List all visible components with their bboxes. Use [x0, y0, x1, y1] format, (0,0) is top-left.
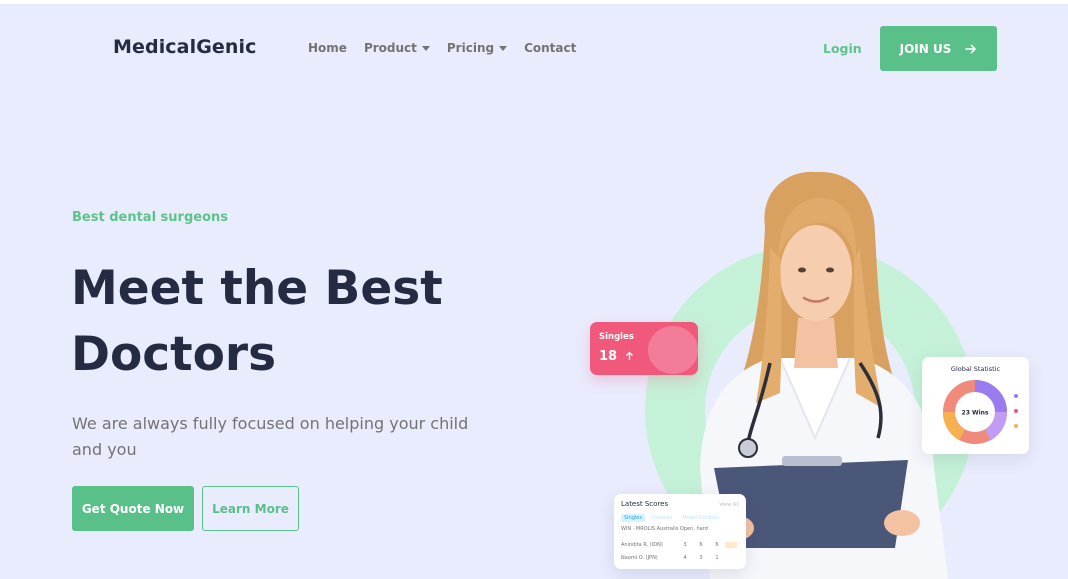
tab-singles[interactable]: Singles — [621, 514, 645, 522]
score-highlight — [725, 542, 737, 548]
scores-note: WIN · MROLIS Australis Open, hard — [621, 526, 739, 532]
player-name: Naomi O. (JPN) — [621, 555, 658, 561]
arrow-up-icon — [625, 351, 633, 360]
singles-label: Singles — [599, 332, 634, 342]
caret-down-icon — [499, 45, 508, 51]
player-name: Anindita R. (IDN) — [621, 542, 663, 548]
headline-line-2: Doctors — [71, 327, 277, 382]
join-us-label: JOIN US — [899, 41, 952, 56]
scores-tabs: Singles Doubles Mixed Doubles — [621, 514, 722, 522]
nav-item-product[interactable]: Product — [364, 41, 430, 55]
headline-line-1: Meet the Best — [71, 261, 443, 316]
table-row: Anindita R. (IDN) 3 6 6 — [621, 542, 739, 548]
nav-item-contact[interactable]: Contact — [524, 41, 576, 55]
score: 1 — [715, 555, 719, 561]
nav-item-label: Product — [363, 41, 417, 55]
score: 3 — [699, 555, 703, 561]
hero-subtext: We are always fully focused on helping y… — [72, 414, 469, 459]
global-statistic-card: Global Statistic 23 Wins — [922, 357, 1029, 454]
login-link[interactable]: Login — [823, 41, 862, 56]
nav-item-label: Home — [308, 41, 347, 55]
nav-item-label: Contact — [524, 41, 577, 55]
caret-down-icon — [421, 45, 430, 51]
score: 3 — [683, 542, 687, 548]
scores-note-text: WIN · MROLIS Australis Open, hard — [621, 526, 708, 532]
latest-scores-card: Latest Scores View All Singles Doubles M… — [614, 494, 746, 569]
main-nav: Home Product Pricing Contact — [308, 41, 576, 55]
tab-mixed-doubles[interactable]: Mixed Doubles — [679, 514, 722, 522]
join-us-button[interactable]: JOIN US — [880, 26, 997, 71]
singles-card: Singles 18 — [590, 322, 698, 375]
nav-item-label: Pricing — [446, 41, 495, 55]
learn-more-button[interactable]: Learn More — [202, 486, 299, 531]
nav-item-pricing[interactable]: Pricing — [446, 41, 508, 55]
legend-dot — [1014, 394, 1018, 398]
get-quote-button[interactable]: Get Quote Now — [72, 486, 194, 531]
legend-dot — [1014, 409, 1018, 413]
singles-value: 18 — [599, 349, 618, 364]
score: 4 — [683, 555, 687, 561]
brand-logo[interactable]: MedicalGenic — [113, 36, 257, 58]
hero-eyebrow: Best dental surgeons — [72, 210, 228, 225]
view-all-link[interactable]: View All — [719, 502, 739, 508]
tab-doubles[interactable]: Doubles — [649, 514, 675, 522]
score: 6 — [699, 542, 703, 548]
decorative-bubble — [648, 326, 698, 374]
score: 6 — [715, 542, 719, 548]
stat-center: 23 Wins — [962, 410, 989, 417]
browser-top-strip — [0, 0, 1068, 4]
legend-dot — [1014, 424, 1018, 428]
nav-item-home[interactable]: Home — [308, 41, 347, 55]
singles-value-row: 18 — [599, 349, 634, 364]
arrow-right-icon — [965, 44, 977, 53]
table-row: Naomi O. (JPN) 4 3 1 — [621, 555, 739, 561]
stat-title: Global Statistic — [950, 365, 1001, 373]
donut-chart: 23 Wins — [943, 380, 1007, 444]
scores-title: Latest Scores — [621, 500, 669, 508]
hero-headline: Meet the Best Doctors — [71, 256, 491, 388]
